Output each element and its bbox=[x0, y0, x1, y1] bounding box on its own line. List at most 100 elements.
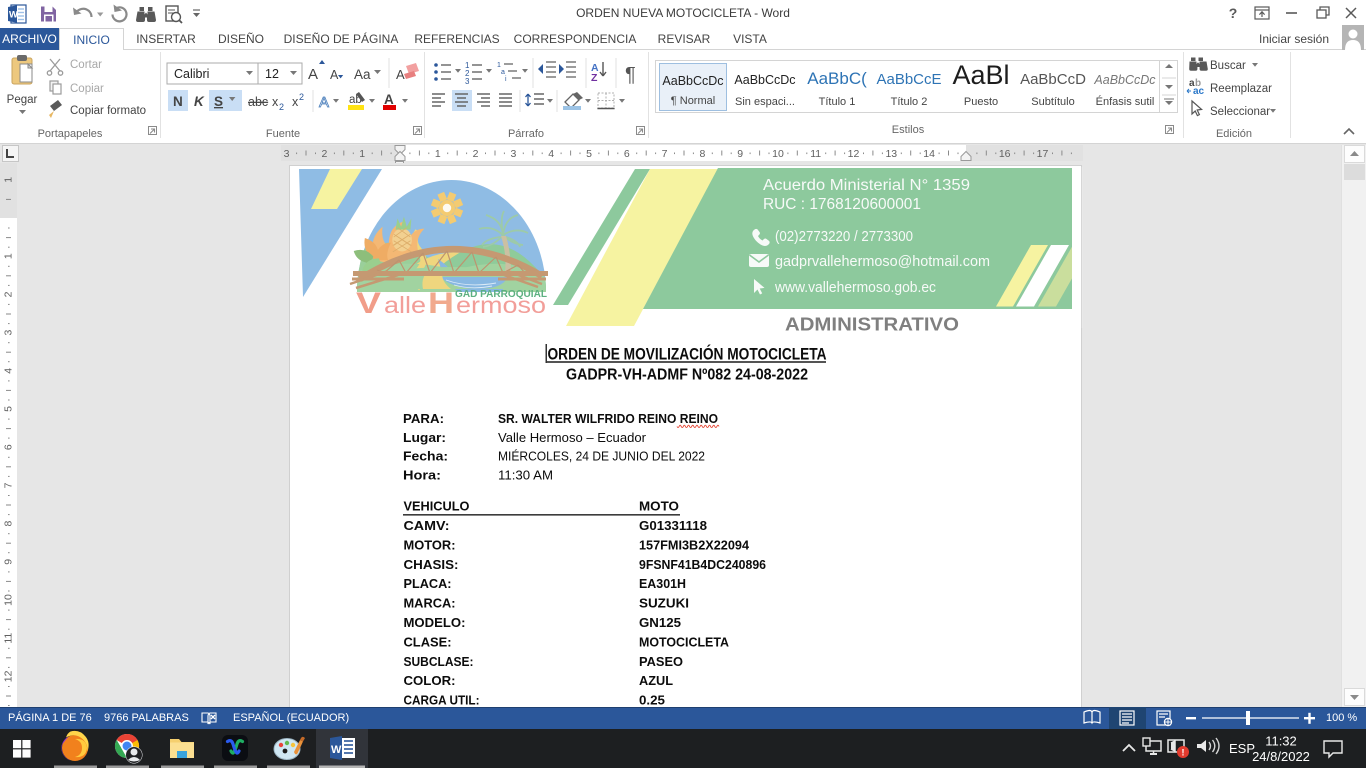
svg-text:1: 1 bbox=[3, 177, 15, 183]
svg-text:x: x bbox=[272, 95, 279, 109]
svg-text:PLACA:: PLACA: bbox=[404, 577, 452, 591]
svg-text:PARA:: PARA: bbox=[403, 412, 444, 426]
svg-text:i: i bbox=[505, 76, 507, 83]
svg-text:3: 3 bbox=[465, 77, 470, 86]
svg-text:ADMINISTRATIVO: ADMINISTRATIVO bbox=[785, 314, 959, 334]
svg-text:SR. WALTER WILFRIDO REINO REIN: SR. WALTER WILFRIDO REINO REINO bbox=[498, 412, 718, 426]
svg-text:9: 9 bbox=[3, 559, 15, 565]
svg-text:W: W bbox=[331, 744, 342, 756]
svg-text:N: N bbox=[173, 94, 183, 109]
svg-text:W: W bbox=[9, 10, 18, 21]
svg-text:4: 4 bbox=[548, 148, 554, 160]
svg-text:GADPR-VH-ADMF Nº082 24-08-2022: GADPR-VH-ADMF Nº082 24-08-2022 bbox=[566, 366, 808, 383]
svg-text:G01331118: G01331118 bbox=[639, 519, 707, 533]
svg-text:1: 1 bbox=[435, 148, 441, 160]
svg-text:Hora:: Hora: bbox=[403, 468, 441, 482]
svg-text:Z: Z bbox=[591, 72, 598, 84]
svg-text:17: 17 bbox=[1037, 148, 1049, 160]
svg-text:Pegar: Pegar bbox=[7, 94, 38, 106]
svg-text:A: A bbox=[396, 67, 405, 82]
svg-text:A: A bbox=[330, 68, 339, 82]
svg-text:24/8/2022: 24/8/2022 bbox=[1252, 749, 1310, 764]
svg-text:ORDEN DE MOVILIZACIÓN MOTOCICL: ORDEN DE MOVILIZACIÓN MOTOCICLETA bbox=[548, 344, 827, 363]
svg-text:5: 5 bbox=[586, 148, 592, 160]
svg-text:11:32: 11:32 bbox=[1265, 734, 1297, 749]
svg-text:12: 12 bbox=[265, 67, 279, 81]
svg-text:SUBCLASE:: SUBCLASE: bbox=[404, 655, 474, 669]
svg-text:Buscar: Buscar bbox=[1210, 60, 1246, 72]
svg-text:7: 7 bbox=[3, 482, 15, 488]
svg-text:Portapapeles: Portapapeles bbox=[38, 128, 103, 140]
svg-text:Copiar: Copiar bbox=[70, 83, 104, 95]
svg-text:12: 12 bbox=[848, 148, 860, 160]
svg-text:Párrafo: Párrafo bbox=[508, 128, 544, 140]
svg-text:5: 5 bbox=[3, 406, 15, 412]
svg-text:3: 3 bbox=[284, 148, 290, 160]
svg-text:GN125: GN125 bbox=[639, 616, 681, 630]
svg-text:3: 3 bbox=[510, 148, 516, 160]
svg-text:A: A bbox=[308, 66, 318, 83]
svg-text:EA301H: EA301H bbox=[639, 577, 686, 591]
svg-text:MOTOCICLETA: MOTOCICLETA bbox=[639, 635, 729, 649]
svg-text:8: 8 bbox=[699, 148, 705, 160]
svg-text:2: 2 bbox=[473, 148, 479, 160]
svg-text:K: K bbox=[194, 94, 205, 109]
svg-text:0.25: 0.25 bbox=[639, 694, 665, 708]
svg-text:S: S bbox=[214, 94, 223, 109]
svg-text:?: ? bbox=[1229, 5, 1238, 21]
svg-text:Aa: Aa bbox=[354, 67, 371, 82]
svg-text:2: 2 bbox=[321, 148, 327, 160]
svg-text:ORDEN NUEVA MOTOCICLETA - Word: ORDEN NUEVA MOTOCICLETA - Word bbox=[576, 6, 790, 20]
svg-text:MARCA:: MARCA: bbox=[404, 597, 456, 611]
svg-text:PASEO: PASEO bbox=[639, 655, 683, 669]
svg-text:MOTOR:: MOTOR: bbox=[404, 538, 456, 552]
svg-text:10: 10 bbox=[3, 594, 15, 606]
svg-text:2: 2 bbox=[3, 291, 15, 297]
svg-text:16: 16 bbox=[999, 148, 1011, 160]
svg-text:Seleccionar: Seleccionar bbox=[1210, 106, 1270, 118]
svg-text:11: 11 bbox=[810, 148, 821, 160]
svg-text:2: 2 bbox=[299, 92, 304, 102]
svg-text:Valle Hermoso – Ecuador: Valle Hermoso – Ecuador bbox=[498, 431, 646, 445]
svg-text:A: A bbox=[319, 94, 329, 111]
svg-text:1: 1 bbox=[359, 148, 365, 160]
svg-text:SUZUKI: SUZUKI bbox=[639, 597, 689, 611]
svg-text:Lugar:: Lugar: bbox=[403, 431, 446, 445]
svg-text:14: 14 bbox=[923, 148, 935, 160]
svg-text:A: A bbox=[384, 92, 394, 107]
svg-text:6: 6 bbox=[624, 148, 630, 160]
svg-text:ac: ac bbox=[1193, 86, 1205, 97]
svg-text:¶: ¶ bbox=[625, 64, 636, 86]
svg-text:9: 9 bbox=[737, 148, 743, 160]
svg-text:6: 6 bbox=[3, 444, 15, 450]
svg-text:a: a bbox=[501, 69, 505, 76]
svg-text:7: 7 bbox=[662, 148, 668, 160]
svg-text:Fuente: Fuente bbox=[266, 128, 300, 140]
svg-text:CLASE:: CLASE: bbox=[404, 635, 452, 649]
svg-text:10: 10 bbox=[772, 148, 784, 160]
svg-text:157FMI3B2X22094: 157FMI3B2X22094 bbox=[639, 538, 749, 552]
svg-text:MOTO: MOTO bbox=[639, 500, 679, 514]
svg-text:12: 12 bbox=[3, 670, 15, 682]
svg-text:Calibri: Calibri bbox=[174, 67, 209, 81]
svg-text:1: 1 bbox=[497, 62, 501, 69]
svg-text:CHASIS:: CHASIS: bbox=[404, 558, 459, 572]
svg-text:Edición: Edición bbox=[1216, 128, 1252, 140]
svg-text:4: 4 bbox=[3, 368, 15, 374]
svg-text:1: 1 bbox=[3, 253, 15, 259]
svg-text:8: 8 bbox=[3, 521, 15, 527]
svg-text:Cortar: Cortar bbox=[70, 59, 102, 71]
svg-text:2: 2 bbox=[279, 102, 284, 112]
svg-text:11: 11 bbox=[3, 633, 15, 644]
svg-text:11:30 AM: 11:30 AM bbox=[498, 468, 553, 482]
svg-text:MODELO:: MODELO: bbox=[404, 616, 466, 630]
svg-text:COLOR:: COLOR: bbox=[404, 674, 456, 688]
svg-text:Reemplazar: Reemplazar bbox=[1210, 83, 1272, 95]
svg-text:3: 3 bbox=[3, 330, 15, 336]
svg-text:Fecha:: Fecha: bbox=[403, 450, 448, 464]
svg-text:AZUL: AZUL bbox=[639, 674, 673, 688]
svg-text:CARGA UTIL:: CARGA UTIL: bbox=[404, 694, 480, 708]
svg-text:MIÉRCOLES, 24 DE JUNIO DEL 202: MIÉRCOLES, 24 DE JUNIO DEL 2022 bbox=[498, 449, 705, 464]
svg-text:abc: abc bbox=[248, 95, 268, 109]
svg-text:VEHICULO: VEHICULO bbox=[404, 500, 470, 514]
